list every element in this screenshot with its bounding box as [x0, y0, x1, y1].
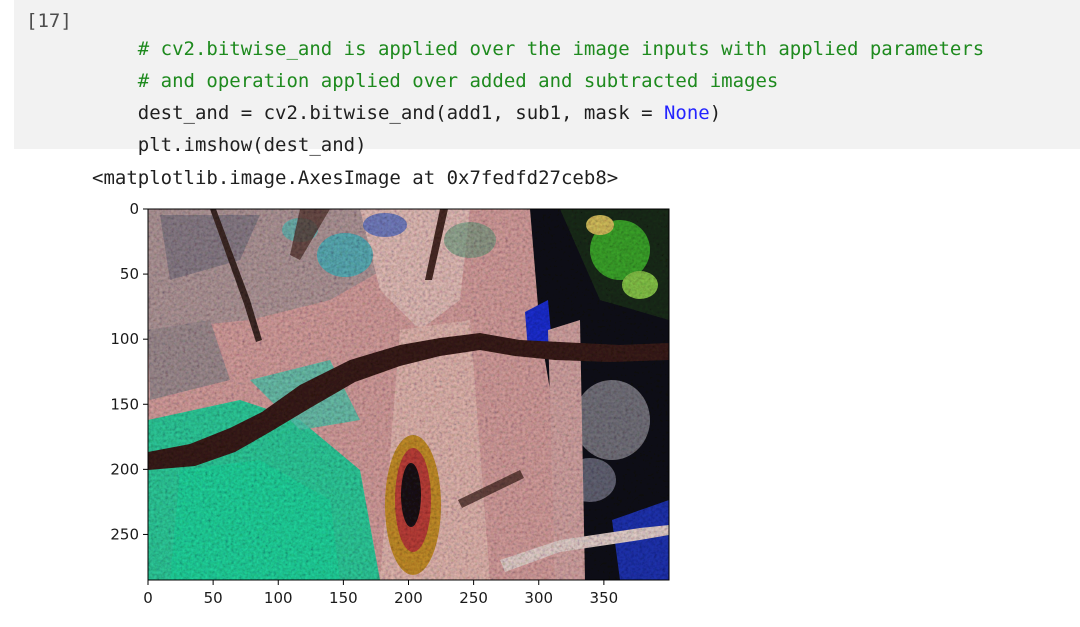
image-content [148, 209, 669, 580]
x-tick-label: 0 [143, 589, 153, 607]
x-axis: 0 50 100 150 200 250 300 350 [143, 580, 618, 607]
notebook-cell: [17] # cv2.bitwise_and is applied over t… [0, 0, 1080, 627]
x-tick-label: 300 [524, 589, 553, 607]
y-tick-label: 100 [110, 330, 139, 348]
x-tick-label: 150 [329, 589, 358, 607]
y-tick-label: 150 [110, 395, 139, 413]
x-tick-label: 250 [459, 589, 488, 607]
y-tick-label: 200 [110, 460, 139, 478]
x-tick-label: 200 [394, 589, 423, 607]
y-tick-label: 0 [129, 200, 139, 218]
x-tick-label: 350 [590, 589, 619, 607]
y-axis: 0 50 100 150 200 250 [110, 200, 148, 543]
x-tick-label: 100 [264, 589, 293, 607]
x-tick-label: 50 [204, 589, 223, 607]
y-tick-label: 50 [120, 265, 139, 283]
y-tick-label: 250 [110, 525, 139, 543]
imshow-plot: 0 50 100 150 200 250 300 350 0 50 100 150 200 250 [110, 200, 670, 607]
